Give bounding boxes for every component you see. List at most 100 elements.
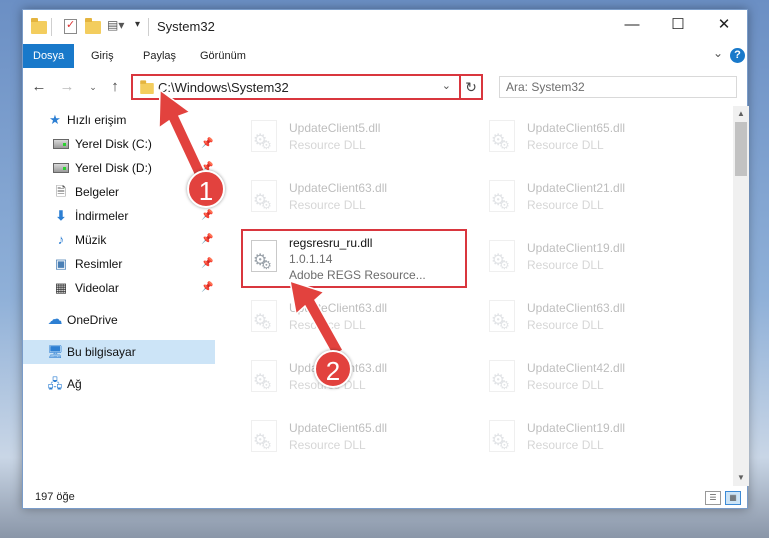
pictures-icon: ▣	[54, 256, 68, 271]
navigation-bar: ← → ⌄ ↑ C:\Windows\System32 ⌄ ↻ Ara: Sys…	[23, 70, 747, 104]
sidebar-item-pictures[interactable]: ▣ Resimler 📌	[23, 252, 215, 276]
file-description: Resource DLL	[527, 138, 604, 152]
recent-locations-icon[interactable]: ⌄	[83, 77, 103, 97]
list-item[interactable]: ⚙⚙ UpdateClient63.dll Resource DLL	[241, 172, 471, 228]
maximize-button[interactable]: ☐	[655, 10, 701, 40]
sidebar-item-label: Ağ	[67, 377, 82, 391]
vertical-scrollbar[interactable]: ▲ ▼	[733, 106, 749, 486]
window-title: System32	[157, 19, 215, 34]
help-icon[interactable]: ?	[730, 48, 745, 63]
file-name: UpdateClient42.dll	[527, 361, 626, 375]
file-name: UpdateClient5.dll	[289, 121, 381, 135]
computer-icon: 🖥	[47, 344, 64, 359]
tab-giris[interactable]: Giriş	[81, 44, 124, 68]
dll-file-icon: ⚙ ⚙	[247, 300, 281, 340]
tab-gorunum[interactable]: Görünüm	[190, 44, 256, 68]
sidebar-item-onedrive[interactable]: ☁ OneDrive	[23, 308, 215, 332]
list-item[interactable]: ⚙ ⚙ UpdateClient5.dll Resource DLL	[241, 112, 471, 168]
folder-icon	[140, 80, 154, 95]
folder-icon	[31, 18, 47, 35]
list-item[interactable]: ⚙ ⚙ UpdateClient42.dll Resource DLL	[479, 352, 709, 408]
file-description: Resource DLL	[527, 378, 604, 392]
list-item[interactable]: ⚙⚙ UpdateClient63.dll Resource DLL	[479, 292, 709, 348]
sidebar-item-label: Yerel Disk (C:)	[75, 137, 152, 151]
sidebar-item-label: Resimler	[75, 257, 123, 271]
file-name: UpdateClient63.dll	[527, 301, 626, 315]
large-icons-view-icon[interactable]: ▦	[725, 491, 741, 505]
drive-icon	[53, 136, 69, 152]
list-item[interactable]: ⚙ ⚙ UpdateClient65.dll Resource DLL	[241, 412, 471, 468]
address-path: C:\Windows\System32	[158, 80, 289, 95]
sidebar-item-local-disk-d[interactable]: Yerel Disk (D:) 📌	[23, 156, 215, 180]
sidebar-item-label: İndirmeler	[75, 209, 129, 223]
sidebar-item-local-disk-c[interactable]: Yerel Disk (C:) 📌	[23, 132, 215, 156]
list-item[interactable]: ⚙ ⚙ UpdateClient19.dll Resource DLL	[479, 412, 709, 468]
up-arrow-icon[interactable]: ↑	[105, 77, 125, 97]
list-item[interactable]: ⚙ ⚙ UpdateClient19.dll Resource DLL	[479, 232, 709, 288]
tab-dosya[interactable]: Dosya	[23, 44, 75, 68]
sidebar-item-label: Müzik	[75, 233, 107, 247]
sidebar-item-videos[interactable]: ▦ Videolar 📌	[23, 276, 215, 300]
ribbon-tabs: Dosya Giriş Paylaş Görünüm	[23, 44, 747, 68]
dll-file-icon: ⚙ ⚙	[247, 360, 281, 400]
pin-icon[interactable]: 📌	[201, 252, 213, 276]
details-view-icon[interactable]: ☰	[705, 491, 721, 505]
chevron-down-icon[interactable]: ⌄	[442, 79, 451, 92]
sidebar-item-music[interactable]: ♪ Müzik 📌	[23, 228, 215, 252]
address-bar[interactable]: C:\Windows\System32 ⌄	[131, 74, 483, 100]
file-description: Resource DLL	[289, 138, 366, 152]
file-description: Resource DLL	[289, 318, 366, 332]
list-item[interactable]: ⚙⚙ UpdateClient63.dll Resource DLL	[241, 352, 471, 408]
sidebar-item-label: Videolar	[75, 281, 119, 295]
sidebar-item-quick-access[interactable]: ★ Hızlı erişim	[23, 108, 215, 132]
sidebar-item-label: OneDrive	[67, 313, 118, 327]
customize-toolbar-icon[interactable]: ▤▾	[107, 18, 124, 34]
pin-icon[interactable]: 📌	[201, 132, 213, 156]
file-name: UpdateClient65.dll	[289, 421, 388, 435]
back-arrow-icon[interactable]: ←	[29, 77, 49, 97]
new-folder-icon[interactable]	[85, 18, 101, 35]
search-placeholder: Ara: System32	[506, 80, 585, 94]
tab-paylas[interactable]: Paylaş	[133, 44, 186, 68]
sidebar-item-this-pc[interactable]: 🖥 Bu bilgisayar	[23, 340, 215, 364]
scroll-down-icon[interactable]: ▼	[733, 470, 749, 486]
file-description: Resource DLL	[289, 198, 366, 212]
sidebar-item-label: Bu bilgisayar	[67, 345, 136, 359]
file-description: Resource DLL	[527, 438, 604, 452]
pin-icon[interactable]: 📌	[201, 276, 213, 300]
pin-icon[interactable]: 📌	[201, 228, 213, 252]
list-item[interactable]: ⚙ ⚙ UpdateClient21.dll Resource DLL	[479, 172, 709, 228]
dll-file-icon: ⚙ ⚙	[247, 120, 281, 160]
title-bar: ▤▾ ▾ System32 — ☐ ✕	[23, 10, 747, 44]
properties-icon[interactable]	[63, 18, 79, 35]
network-icon: 🖧	[47, 376, 63, 391]
star-icon: ★	[49, 112, 61, 127]
search-input[interactable]: Ara: System32	[499, 76, 737, 98]
file-name: UpdateClient21.dll	[527, 181, 626, 195]
file-name: UpdateClient19.dll	[527, 421, 626, 435]
refresh-button[interactable]: ↻	[459, 74, 483, 100]
scroll-thumb[interactable]	[735, 122, 747, 176]
file-description: Resource DLL	[289, 438, 366, 452]
sidebar-item-network[interactable]: 🖧 Ağ	[23, 372, 215, 396]
minimize-button[interactable]: —	[609, 10, 655, 40]
explorer-window: ▤▾ ▾ System32 — ☐ ✕ Dosya Giriş Paylaş G…	[22, 9, 749, 510]
step-badge-2: 2	[314, 350, 352, 388]
sidebar-item-label: Yerel Disk (D:)	[75, 161, 152, 175]
sidebar-item-documents[interactable]: 🗎 Belgeler 📌	[23, 180, 215, 204]
list-item[interactable]: ⚙⚙ UpdateClient63.dll Resource DLL	[241, 292, 471, 348]
file-name: UpdateClient63.dll	[289, 181, 388, 195]
list-item[interactable]: ⚙ ⚙ UpdateClient65.dll Resource DLL	[479, 112, 709, 168]
forward-arrow-icon[interactable]: →	[57, 77, 77, 97]
cloud-icon: ☁	[47, 311, 63, 328]
sidebar-item-downloads[interactable]: ⬇ İndirmeler 📌	[23, 204, 215, 228]
file-name: UpdateClient65.dll	[527, 121, 626, 135]
scroll-up-icon[interactable]: ▲	[733, 106, 749, 122]
file-list: ⚙ ⚙ UpdateClient5.dll Resource DLL ⚙ ⚙ Upd…	[229, 106, 729, 486]
status-bar: 197 öğe ☰ ▦	[23, 486, 747, 510]
expand-ribbon-icon[interactable]: ⌄	[713, 46, 723, 60]
step-badge-1: 1	[187, 170, 225, 208]
file-name: UpdateClient63.dll	[289, 301, 388, 315]
dll-file-icon: ⚙ ⚙	[485, 240, 519, 280]
close-button[interactable]: ✕	[701, 10, 747, 40]
